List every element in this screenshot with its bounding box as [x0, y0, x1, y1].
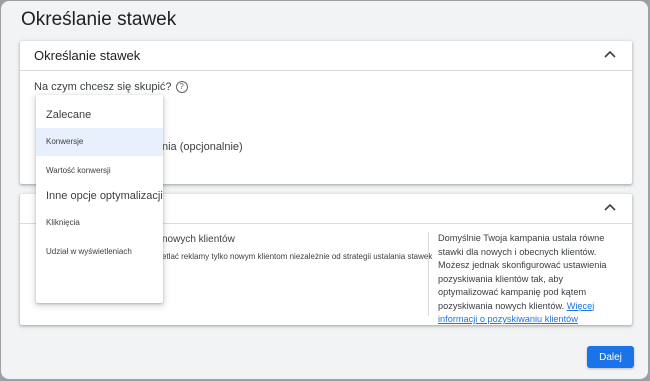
- menu-heading-recommended: Zalecane: [46, 109, 92, 121]
- focus-question-label: Na czym chcesz się skupić?: [34, 81, 172, 93]
- new-customers-option-title: nowych klientów: [162, 234, 235, 245]
- next-button[interactable]: Dalej: [587, 346, 634, 368]
- bidding-dialog: Określanie stawek Określanie stawek Na c…: [1, 1, 648, 379]
- menu-item-impression-share[interactable]: Udział w wyświetleniach: [36, 238, 163, 266]
- menu-item-conversion-value[interactable]: Wartość konwersji: [36, 157, 163, 185]
- help-icon[interactable]: ?: [175, 81, 188, 94]
- menu-heading-other: Inne opcje optymalizacji: [46, 190, 163, 202]
- optional-setting-label: nia (opcjonalnie): [162, 141, 243, 153]
- bidding-card-header[interactable]: Określanie stawek: [20, 41, 632, 71]
- info-text: Domyślnie Twoja kampania ustala równe st…: [438, 233, 607, 311]
- focus-dropdown-menu: Zalecane Konwersje Wartość konwersji Inn…: [36, 95, 163, 303]
- divider: [428, 232, 429, 316]
- chevron-up-icon[interactable]: [602, 200, 618, 216]
- menu-item-clicks[interactable]: Kliknięcia: [36, 209, 163, 237]
- menu-item-conversions[interactable]: Konwersje: [36, 128, 163, 156]
- bidding-card-title: Określanie stawek: [34, 48, 141, 63]
- customer-acquisition-info: Domyślnie Twoja kampania ustala równe st…: [438, 232, 623, 327]
- new-customers-option-description: etlać reklamy tylko nowym klientom nieza…: [162, 252, 433, 261]
- focus-question: Na czym chcesz się skupić??: [34, 81, 188, 94]
- dialog-title: Określanie stawek: [21, 9, 177, 30]
- chevron-up-icon[interactable]: [602, 47, 618, 63]
